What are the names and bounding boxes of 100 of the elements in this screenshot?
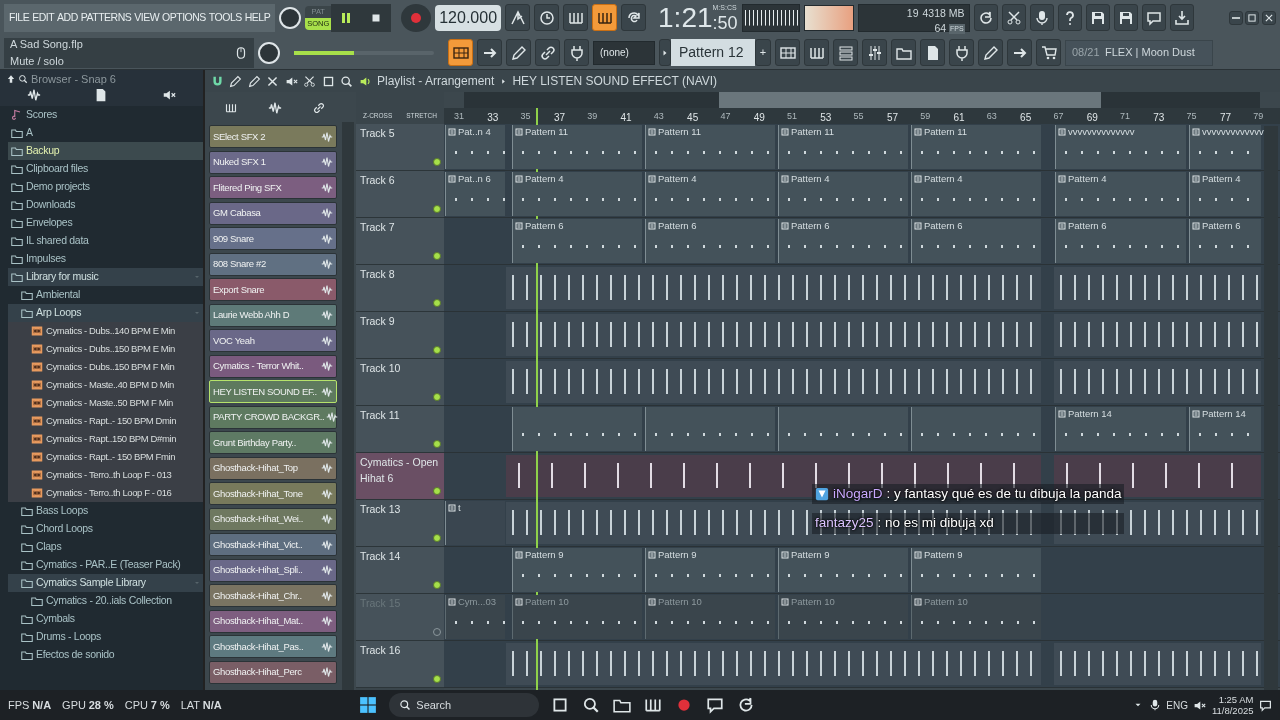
folder-item[interactable]: Downloads (8, 196, 203, 214)
folder-item[interactable]: Impulses (8, 250, 203, 268)
audio-clip[interactable] (1054, 502, 1261, 544)
pattern-clip[interactable]: Pattern 6 (645, 219, 775, 263)
playlist-button[interactable] (775, 39, 800, 66)
pattern-clip[interactable]: Pattern 6 (911, 219, 1041, 263)
channel-button[interactable]: Ghosthack-Hihat_Vict.. (209, 533, 337, 557)
menu-item[interactable]: EDIT (32, 9, 55, 26)
pause-button[interactable] (331, 3, 362, 32)
channel-button[interactable]: Nuked SFX 1 (209, 150, 337, 174)
track-header[interactable]: Track 5 (356, 124, 444, 171)
folder-item[interactable]: Cymbals (8, 610, 203, 628)
folder-item[interactable]: Cymatics - 20..ials Collection (8, 592, 203, 610)
tempo-display[interactable]: 120.000 (435, 4, 502, 31)
channel-button[interactable]: Ghosthack-Hihat_Spli.. (209, 558, 337, 582)
track-header[interactable]: Cymatics - Open Hihat 6 (356, 453, 444, 500)
channel-button[interactable]: PARTY CROWD BACKGR.. (209, 405, 337, 429)
channel-rack-button[interactable] (833, 39, 858, 66)
menu-item[interactable]: VIEW (134, 9, 160, 26)
channel-button[interactable]: 909 Snare (209, 227, 337, 251)
shop-button[interactable] (1036, 39, 1061, 66)
audio-clip[interactable] (506, 643, 1041, 685)
pattern-clip[interactable]: Pat..n 6 (445, 172, 505, 216)
drag-button[interactable] (1007, 39, 1032, 66)
maximize-button[interactable] (1245, 10, 1260, 25)
pattern-clip[interactable]: Pattern 9 (911, 548, 1041, 592)
pitch-knob[interactable] (279, 6, 302, 29)
mute-indicator[interactable] (433, 252, 441, 260)
mute-indicator[interactable] (433, 675, 441, 683)
download-button[interactable] (1169, 4, 1194, 31)
menu-item[interactable]: HELP (244, 9, 271, 26)
piano-roll-mode-button[interactable] (448, 39, 473, 66)
add-pattern-button[interactable]: + (755, 39, 771, 66)
pattern-prev-button[interactable] (659, 39, 671, 66)
scrollbar[interactable] (342, 122, 354, 690)
pattern-clip[interactable]: Pattern 11 (778, 125, 908, 169)
channel-button[interactable]: Ghosthack-Hihat_Pas.. (209, 635, 337, 659)
metronome-button[interactable] (505, 4, 531, 31)
touch-controller-button[interactable] (978, 39, 1003, 66)
pattern-clip[interactable]: Pattern 9 (645, 548, 775, 592)
overview-scrollbar[interactable] (464, 92, 1260, 108)
mute-indicator[interactable] (433, 299, 441, 307)
project-file-button[interactable] (920, 39, 945, 66)
channel-button[interactable]: SElect SFX 2 (209, 125, 337, 149)
channel-button[interactable]: VOC Yeah (209, 329, 337, 353)
pattern-clip[interactable]: Pat..n 4 (445, 125, 505, 169)
pattern-clip[interactable] (645, 407, 775, 451)
pattern-clip[interactable]: Pattern 10 (778, 595, 908, 639)
folder-item[interactable]: Cymatics Sample Library (8, 574, 203, 592)
folder-item[interactable]: Bass Loops (8, 502, 203, 520)
track-header[interactable]: Track 6 (356, 171, 444, 218)
playhead-line[interactable] (536, 108, 538, 690)
loop-sample-row[interactable]: Cymatics - Maste..40 BPM D Min (8, 376, 203, 394)
pattern-clip[interactable]: Pattern 14 (1055, 407, 1186, 451)
track-header[interactable]: Track 9 (356, 312, 444, 359)
link-tool-button[interactable] (535, 39, 560, 66)
score-item[interactable]: Scores (8, 106, 203, 124)
pattern-clip[interactable]: Pattern 4 (1189, 172, 1261, 216)
folder-item[interactable]: IL shared data (8, 232, 203, 250)
track-header[interactable]: Track 16 (356, 641, 444, 688)
menu-item[interactable]: PATTERNS (80, 9, 132, 26)
channel-button[interactable]: 808 Snare #2 (209, 252, 337, 276)
pattern-clip[interactable]: Pattern 4 (645, 172, 775, 216)
news-panel[interactable]: 08/21 FLEX | Moon Dust (1065, 39, 1213, 66)
pattern-clip[interactable]: Pattern 10 (512, 595, 642, 639)
pattern-clip[interactable]: Pattern 6 (512, 219, 642, 263)
master-volume-slider[interactable] (294, 50, 434, 55)
scrollbar[interactable] (1264, 126, 1278, 690)
mute-indicator[interactable] (433, 346, 441, 354)
pattern-clip[interactable]: Pattern 11 (512, 125, 642, 169)
pattern-clip[interactable]: Pattern 10 (911, 595, 1041, 639)
start-button[interactable] (357, 694, 378, 716)
menu-item[interactable]: FILE (9, 9, 30, 26)
close-button[interactable] (1262, 10, 1276, 25)
clock-time[interactable]: 1:25 AM (1218, 693, 1254, 705)
loop-sample-row[interactable]: Cymatics - Terro..th Loop F - 013 (8, 466, 203, 484)
pattern-clip[interactable]: Pattern 6 (1189, 219, 1261, 263)
loop-sample-row[interactable]: Cymatics - Terro..th Loop F - 016 (8, 484, 203, 502)
pattern-clip[interactable]: Pattern 9 (512, 548, 642, 592)
pattern-clip[interactable]: t (445, 501, 505, 545)
folder-item[interactable]: Drums - Loops (8, 628, 203, 646)
paint-tool-button[interactable] (506, 39, 531, 66)
audio-clip[interactable] (506, 267, 1041, 309)
pattern-clip[interactable]: Pattern 6 (1055, 219, 1186, 263)
track-header[interactable]: Track 7 (356, 218, 444, 265)
channel-button[interactable]: GM Cabasa (209, 201, 337, 225)
loop-sample-row[interactable]: Cymatics - Rapt..- 150 BPM Fmin (8, 448, 203, 466)
pattern-clip[interactable]: Cym...03 (445, 595, 505, 639)
loop-record-button[interactable] (621, 4, 647, 31)
track-header[interactable]: Track 14 (356, 547, 444, 594)
audio-clip[interactable] (506, 314, 1041, 356)
browser-button[interactable] (891, 39, 916, 66)
stamp-tool-button[interactable] (564, 39, 589, 66)
countdown-button[interactable] (534, 4, 560, 31)
record-button[interactable] (401, 3, 432, 32)
audio-clip[interactable] (506, 361, 1041, 403)
menu-item[interactable]: TOOLS (208, 9, 242, 26)
track-header[interactable]: Track 11 (356, 406, 444, 453)
export-button[interactable] (1113, 4, 1138, 31)
pattern-clip[interactable]: Pattern 14 (1189, 407, 1261, 451)
